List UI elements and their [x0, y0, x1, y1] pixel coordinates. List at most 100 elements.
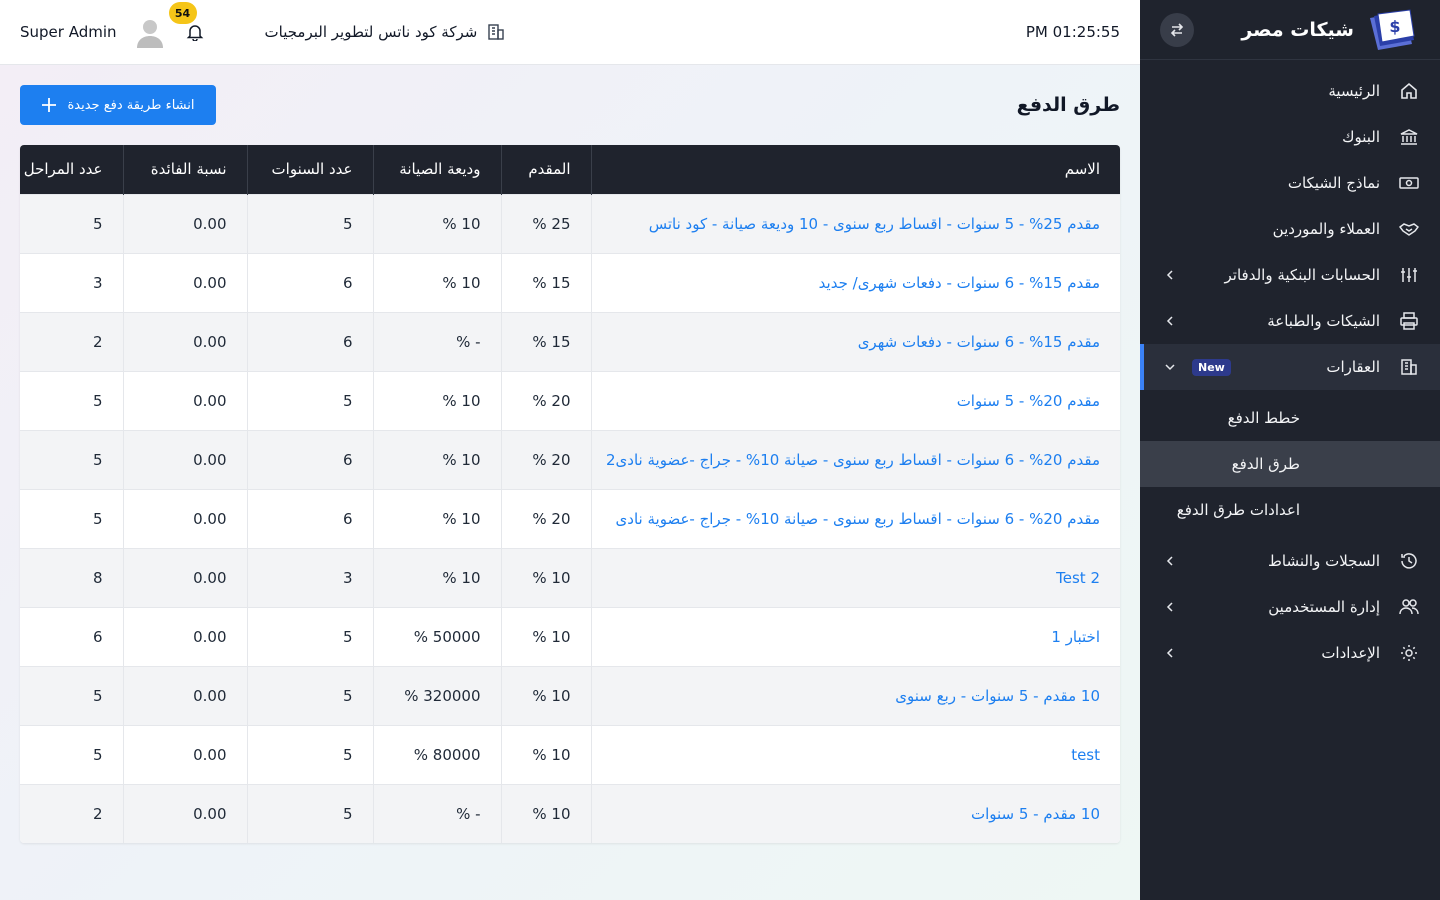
cell-name[interactable]: test	[590, 724, 1120, 784]
sidebar-item-label: الشيكات والطباعة	[1267, 312, 1380, 330]
sidebar-item-check-templates[interactable]: نماذج الشيكات	[1140, 160, 1440, 206]
table-row[interactable]: 10 مقدم - 5 سنوات - ربع سنوى 10 % 320000 %…	[20, 665, 1120, 725]
cell-name[interactable]: مقدم 15% - 6 سنوات - دفعات شهرى/ جديد	[590, 252, 1120, 312]
history-icon	[1398, 550, 1420, 572]
sidebar-item-home[interactable]: الرئيسية	[1140, 68, 1440, 114]
users-icon	[1398, 596, 1420, 618]
submenu-item-payment-plans[interactable]: خطط الدفع	[1140, 395, 1440, 441]
cell-years: 5	[246, 665, 373, 725]
brand[interactable]: $ شيكات مصر	[1241, 8, 1420, 52]
cell-stages: 3	[20, 252, 123, 312]
cell-maintenance-deposit: 10 %	[372, 370, 501, 430]
cell-name[interactable]: اختبار 1	[590, 606, 1120, 666]
cell-name[interactable]: مقدم 20% - 6 سنوات - اقساط ربع سنوى - صي…	[590, 429, 1120, 489]
sidebar-item-logs[interactable]: السجلات والنشاط	[1140, 538, 1440, 584]
cell-stages: 8	[20, 547, 123, 607]
table-row[interactable]: مقدم 20% - 5 سنوات 20 % 10 % 5 0.00 5	[20, 370, 1120, 430]
cell-name[interactable]: مقدم 25% - 5 سنوات - اقساط ربع سنوى - 10…	[590, 193, 1120, 253]
cell-interest-rate: 0.00	[122, 311, 247, 371]
user-name[interactable]: Super Admin	[20, 23, 117, 41]
table-row[interactable]: مقدم 15% - 6 سنوات - دفعات شهرى/ جديد 15 …	[20, 252, 1120, 312]
cell-maintenance-deposit: - %	[372, 783, 501, 843]
sidebar-item-label: الإعدادات	[1321, 644, 1380, 662]
table-row[interactable]: مقدم 20% - 6 سنوات - اقساط ربع سنوى - صي…	[20, 429, 1120, 489]
table-row[interactable]: test 10 % 80000 % 5 0.00 5	[20, 724, 1120, 784]
company-selector[interactable]: شركة كود ناتس لتطوير البرمجيات	[265, 23, 506, 41]
chevron-left-icon	[1162, 599, 1178, 615]
table-row[interactable]: اختبار 1 10 % 50000 % 5 0.00 6	[20, 606, 1120, 666]
cell-stages: 5	[20, 665, 123, 725]
cell-name[interactable]: Test 2	[590, 547, 1120, 607]
submenu-item-label: خطط الدفع	[1227, 409, 1300, 427]
real-estate-submenu: خطط الدفع طرق الدفع اعدادات طرق الدفع	[1140, 390, 1440, 538]
column-header-down-payment[interactable]: المقدم	[500, 145, 591, 194]
column-header-name[interactable]: الاسم	[590, 145, 1120, 194]
table-row[interactable]: 10 مقدم - 5 سنوات 10 % - % 5 0.00 2	[20, 783, 1120, 843]
chevron-left-icon	[1162, 313, 1178, 329]
table-row[interactable]: مقدم 25% - 5 سنوات - اقساط ربع سنوى - 10…	[20, 193, 1120, 253]
notifications-button[interactable]: 54	[168, 2, 207, 44]
create-payment-method-button[interactable]: انشاء طريقة دفع جديدة	[20, 85, 216, 125]
submenu-item-payment-settings[interactable]: اعدادات طرق الدفع	[1140, 487, 1440, 533]
home-icon	[1398, 80, 1420, 102]
sidebar-item-users[interactable]: إدارة المستخدمين	[1140, 584, 1440, 630]
cell-years: 6	[246, 252, 373, 312]
chevron-down-icon	[1162, 359, 1178, 375]
cell-interest-rate: 0.00	[122, 783, 247, 843]
building-icon	[488, 24, 505, 40]
cell-stages: 5	[20, 724, 123, 784]
cell-down-payment: 10 %	[500, 606, 591, 666]
avatar[interactable]	[135, 16, 165, 48]
cell-interest-rate: 0.00	[122, 547, 247, 607]
table-row[interactable]: مقدم 20% - 6 سنوات - اقساط ربع سنوى - صي…	[20, 488, 1120, 548]
cell-down-payment: 20 %	[500, 370, 591, 430]
cell-stages: 6	[20, 606, 123, 666]
cell-years: 5	[246, 193, 373, 253]
table-row[interactable]: مقدم 15% - 6 سنوات - دفعات شهرى 15 % - % 6 0…	[20, 311, 1120, 371]
sidebar-item-label: الحسابات البنكية والدفاتر	[1224, 266, 1380, 284]
sidebar-item-checks-printing[interactable]: الشيكات والطباعة	[1140, 298, 1440, 344]
column-header-stages[interactable]: عدد المراحل	[20, 145, 123, 194]
cell-stages: 5	[20, 193, 123, 253]
brand-name: شيكات مصر	[1241, 18, 1354, 41]
sidebar-item-bank-accounts[interactable]: الحسابات البنكية والدفاتر	[1140, 252, 1440, 298]
cell-name[interactable]: مقدم 20% - 6 سنوات - اقساط ربع سنوى - صي…	[590, 488, 1120, 548]
column-header-maintenance-deposit[interactable]: وديعة الصيانة	[372, 145, 501, 194]
column-header-interest-rate[interactable]: نسبة الفائدة	[122, 145, 247, 194]
submenu-item-payment-methods[interactable]: طرق الدفع	[1140, 441, 1440, 487]
sidebar-item-clients[interactable]: العملاء والموردين	[1140, 206, 1440, 252]
cell-name[interactable]: 10 مقدم - 5 سنوات - ربع سنوى	[590, 665, 1120, 725]
sidebar-item-banks[interactable]: البنوك	[1140, 114, 1440, 160]
topbar-user-area: Super Admin 54 شركة كود ناتس لتطوير البر…	[20, 2, 506, 48]
sidebar-nav: الرئيسية البنوك نماذج الشيكات العملاء وا…	[1140, 60, 1440, 676]
cell-down-payment: 15 %	[500, 252, 591, 312]
cell-interest-rate: 0.00	[122, 370, 247, 430]
sidebar-item-real-estate[interactable]: العقارات New	[1140, 344, 1440, 390]
plus-icon	[42, 98, 57, 112]
table-row[interactable]: Test 2 10 % 10 % 3 0.00 8	[20, 547, 1120, 607]
cell-interest-rate: 0.00	[122, 606, 247, 666]
bell-icon	[186, 25, 203, 41]
cell-name[interactable]: مقدم 20% - 5 سنوات	[590, 370, 1120, 430]
new-badge: New	[1192, 358, 1231, 376]
create-button-label: انشاء طريقة دفع جديدة	[67, 97, 195, 113]
cell-interest-rate: 0.00	[122, 193, 247, 253]
cell-stages: 5	[20, 429, 123, 489]
cell-maintenance-deposit: 10 %	[372, 429, 501, 489]
cell-years: 5	[246, 370, 373, 430]
cell-down-payment: 15 %	[500, 311, 591, 371]
cell-name[interactable]: مقدم 15% - 6 سنوات - دفعات شهرى	[590, 311, 1120, 371]
cell-stages: 2	[20, 311, 123, 371]
printer-icon	[1398, 310, 1420, 332]
sidebar-item-settings[interactable]: الإعدادات	[1140, 630, 1440, 676]
sidebar-item-label: البنوك	[1342, 128, 1380, 146]
page-title: طرق الدفع	[1016, 94, 1120, 116]
cell-name[interactable]: 10 مقدم - 5 سنوات	[590, 783, 1120, 843]
sidebar: $ شيكات مصر الرئيسية البنوك نماذج الشيكا…	[1140, 0, 1440, 900]
sidebar-toggle-button[interactable]	[1160, 12, 1194, 47]
handshake-icon	[1398, 218, 1420, 240]
cell-down-payment: 10 %	[500, 547, 591, 607]
bank-icon	[1398, 126, 1420, 148]
column-header-years[interactable]: عدد السنوات	[246, 145, 373, 194]
gear-icon	[1398, 642, 1420, 664]
